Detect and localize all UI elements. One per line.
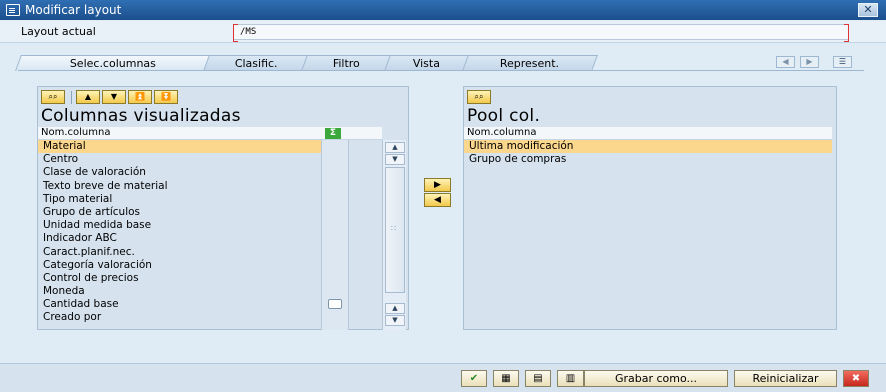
tab-represent[interactable]: Represent. xyxy=(462,55,598,71)
scroll-up-icon[interactable]: ▲ xyxy=(385,142,405,153)
toolbar-separator xyxy=(71,90,72,104)
table-icon[interactable]: ▦ xyxy=(493,370,519,387)
save-as-button[interactable]: Grabar como... xyxy=(584,370,728,387)
layout-field[interactable]: /MS xyxy=(233,24,849,42)
find-icon[interactable]: ⌕⌕ xyxy=(41,90,65,104)
tab-label: Represent. xyxy=(500,57,560,70)
tab-divider xyxy=(18,70,864,71)
tab-label: Vista xyxy=(413,57,441,70)
tab-strip: Selec.columnas Clasific. Filtro Vista Re… xyxy=(15,55,598,71)
close-button[interactable]: ✕ xyxy=(858,3,878,17)
displayed-columns-list: Material Centro Clase de valoración Texto b… xyxy=(38,140,321,325)
move-down-icon[interactable]: ▼ xyxy=(102,90,126,104)
sum-icon[interactable]: Σ xyxy=(325,128,341,139)
scroll-down-bottom-icon[interactable]: ▼ xyxy=(385,315,405,326)
list-item[interactable]: Creado por xyxy=(38,311,321,324)
move-bottom-icon[interactable]: ⏬ xyxy=(154,90,178,104)
confirm-button[interactable]: ✔ xyxy=(461,370,487,387)
dialog-footer: ✔ ▦ ▤ ▥ Grabar como... Reinicializar ✖ xyxy=(0,363,886,392)
window-title: Modificar layout xyxy=(25,3,122,17)
scroll-thumb[interactable] xyxy=(385,167,405,293)
tab-label: Clasific. xyxy=(234,57,278,70)
list-item[interactable]: Tipo material xyxy=(38,193,321,206)
list-item[interactable]: Moneda xyxy=(38,285,321,298)
right-toolbar: ⌕⌕ xyxy=(467,89,493,105)
tab-label: Selec.columnas xyxy=(69,57,156,70)
window-title-bar: Modificar layout ✕ xyxy=(0,0,886,20)
scroll-down-icon[interactable]: ▼ xyxy=(385,154,405,165)
tab-label: Filtro xyxy=(332,57,360,70)
list-item[interactable]: Grupo de compras xyxy=(464,153,832,166)
list-item[interactable]: Material xyxy=(38,140,321,154)
tab-list-icon[interactable]: ☰ xyxy=(833,56,852,68)
left-scrollbar[interactable]: ▲ ▼ ▲ ▼ xyxy=(382,140,406,330)
layout-label: Layout actual xyxy=(21,25,96,38)
tab-filtro[interactable]: Filtro xyxy=(301,55,392,71)
list-item[interactable]: Clase de valoración xyxy=(38,166,321,179)
tab-clasific[interactable]: Clasific. xyxy=(203,55,309,71)
list-item[interactable]: Categoría valoración xyxy=(38,259,321,272)
left-toolbar: ⌕⌕ ▲ ▼ ⏫ ⏬ xyxy=(41,89,180,105)
right-panel-title: Pool col. xyxy=(467,106,541,126)
displayed-columns-panel: ⌕⌕ ▲ ▼ ⏫ ⏬ Columnas visualizadas Nom.col… xyxy=(37,86,409,330)
list-item[interactable]: Última modificación xyxy=(464,140,832,154)
left-column-header[interactable]: Nom.columna xyxy=(38,127,321,140)
list-item[interactable]: Indicador ABC xyxy=(38,232,321,245)
left-panel-title: Columnas visualizadas xyxy=(41,106,241,126)
column-pool-panel: ⌕⌕ Pool col. Nom.columna Última modifica… xyxy=(463,86,837,330)
reset-button[interactable]: Reinicializar xyxy=(734,370,837,387)
list-item[interactable]: Unidad medida base xyxy=(38,219,321,232)
list-item[interactable]: Centro xyxy=(38,153,321,166)
list-item[interactable]: Cantidad base xyxy=(38,298,321,311)
remove-column-button[interactable]: ◀ xyxy=(424,193,451,207)
tab-scroll-right-icon[interactable]: ▶ xyxy=(800,56,819,68)
column-pool-list: Última modificación Grupo de compras xyxy=(464,140,832,166)
cancel-button[interactable]: ✖ xyxy=(843,370,869,387)
list-item[interactable]: Control de precios xyxy=(38,272,321,285)
move-top-icon[interactable]: ⏫ xyxy=(128,90,152,104)
find-icon[interactable]: ⌕⌕ xyxy=(467,90,491,104)
window-icon xyxy=(6,4,20,16)
add-column-button[interactable]: ▶ xyxy=(424,178,451,192)
save-as-icon[interactable]: ▥ xyxy=(557,370,584,387)
layout-row: Layout actual /MS xyxy=(0,21,886,43)
tab-scroll-left-icon[interactable]: ◀ xyxy=(776,56,795,68)
sum-checkbox[interactable] xyxy=(328,299,342,309)
move-up-icon[interactable]: ▲ xyxy=(76,90,100,104)
tab-selec-columnas[interactable]: Selec.columnas xyxy=(15,55,211,71)
list-item[interactable]: Texto breve de material xyxy=(38,180,321,193)
save-layout-icon[interactable]: ▤ xyxy=(525,370,551,387)
right-column-header[interactable]: Nom.columna xyxy=(464,127,832,140)
tab-vista[interactable]: Vista xyxy=(384,55,470,71)
list-item[interactable]: Caract.planif.nec. xyxy=(38,246,321,259)
list-item[interactable]: Grupo de artículos xyxy=(38,206,321,219)
scroll-up-bottom-icon[interactable]: ▲ xyxy=(385,303,405,314)
